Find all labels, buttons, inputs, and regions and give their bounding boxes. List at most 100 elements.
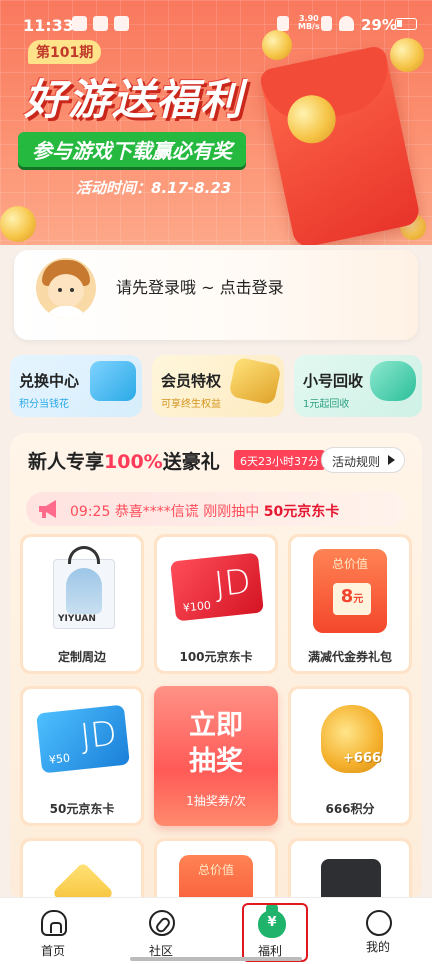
draw-now-button[interactable]: 立即 抽奖 1抽奖券/次 <box>154 686 278 826</box>
tote-print-text: YIYUAN <box>58 614 96 624</box>
newbie-title-suffix: 送豪礼 <box>162 451 220 473</box>
prize-tile-inner: YIYUAN 定制周边 <box>23 537 141 671</box>
issue-badge: 第101期 <box>28 40 102 64</box>
bottom-nav: 首页 社区 ¥ 福利 我的 <box>0 897 432 964</box>
feature-card-exchange-center[interactable]: 兑换中心 积分当钱花 <box>10 355 142 417</box>
network-speed: 3.90 MB/s <box>298 15 320 31</box>
gamepad-icon <box>370 361 416 401</box>
home-indicator <box>130 957 302 961</box>
feature-card-account-recycling[interactable]: 小号回收 1元起回收 <box>294 355 422 417</box>
highlight-box <box>242 903 308 962</box>
notification-icon <box>72 16 87 31</box>
compass-icon <box>149 910 175 936</box>
jd-card-brand: JD <box>212 561 253 606</box>
wifi-icon <box>339 16 354 31</box>
prize-tile[interactable]: YIYUAN 定制周边 <box>20 534 144 674</box>
jd-gift-card-image: JD ¥50 <box>36 704 130 774</box>
countdown-timer: 6天23小时37分 <box>234 450 325 470</box>
feature-title: 小号回收 <box>303 372 364 390</box>
winner-notice-text: 09:25 恭喜****信谎 刚刚抽中 50元京东卡 <box>70 501 339 521</box>
prize-tile[interactable]: JD ¥100 100元京东卡 <box>154 534 278 674</box>
notice-user: 恭喜****信谎 <box>114 504 199 520</box>
prize-tile-inner: +666 666积分 <box>291 689 409 823</box>
tote-character <box>66 568 102 614</box>
notification-icon <box>93 16 108 31</box>
home-icon <box>41 910 67 936</box>
banner-subtitle: 参与游戏下载赢必有奖 <box>18 132 246 167</box>
tote-handle <box>68 546 100 564</box>
network-speed-unit: MB/s <box>298 22 320 31</box>
avatar-face <box>48 274 84 308</box>
points-badge: +666 <box>343 751 382 766</box>
login-card[interactable]: 请先登录哦 ~ 点击登录 <box>14 250 418 340</box>
play-arrow-icon <box>388 455 395 465</box>
login-prompt[interactable]: 请先登录哦 ~ 点击登录 <box>116 274 284 298</box>
notice-action: 刚刚抽中 <box>203 504 260 520</box>
jd-card-brand: JD <box>78 713 119 758</box>
voucher-head: 总价值 <box>197 863 234 877</box>
draw-title-line1: 立即 <box>189 710 243 741</box>
prize-tile[interactable]: JD ¥50 50元京东卡 <box>20 686 144 826</box>
notice-time: 09:25 <box>70 504 111 520</box>
gold-bag-image: +666 <box>321 705 383 773</box>
voucher-amount: 8 <box>340 586 354 607</box>
prize-label: 666积分 <box>325 802 375 816</box>
voucher-image: 总价值 8元 <box>313 549 387 633</box>
prize-label: 定制周边 <box>57 650 106 664</box>
nav-community[interactable]: 社区 <box>121 898 201 964</box>
voucher-unit: 元 <box>353 594 364 605</box>
avatar-eye <box>70 288 74 292</box>
feature-title: 会员特权 <box>161 372 222 390</box>
tote-bag-image: YIYUAN <box>53 546 115 629</box>
avatar[interactable] <box>36 258 96 318</box>
prize-tile[interactable]: 总价值 8元 满减代金券礼包 <box>288 534 412 674</box>
prize-tile-inner: JD ¥50 50元京东卡 <box>23 689 141 823</box>
feature-title: 兑换中心 <box>19 372 80 390</box>
nav-label: 我的 <box>365 940 390 954</box>
feature-subtitle: 1元起回收 <box>303 399 350 410</box>
draw-now-title: 立即 抽奖 <box>154 708 278 780</box>
vibrate-icon <box>277 16 289 31</box>
status-time: 11:33 <box>23 16 74 35</box>
nav-home[interactable]: 首页 <box>13 898 93 964</box>
nav-label: 首页 <box>40 944 65 958</box>
avatar-shirt <box>44 306 88 318</box>
shop-icon <box>90 361 136 401</box>
avatar-eye <box>58 288 62 292</box>
newbie-title: 新人专享100%送豪礼 <box>28 447 220 474</box>
activity-rules-button[interactable]: 活动规则 <box>321 447 405 473</box>
jd-card-value: ¥50 <box>48 751 71 767</box>
draw-cost: 1抽奖券/次 <box>186 794 246 808</box>
prize-label: 满减代金券礼包 <box>307 650 392 664</box>
prize-label: 50元京东卡 <box>49 802 115 816</box>
prize-label: 100元京东卡 <box>179 650 253 664</box>
voucher-amount-box: 8元 <box>333 583 371 615</box>
coin-decoration <box>0 206 36 242</box>
jd-gift-card-image: JD ¥100 <box>170 552 264 622</box>
prize-tile-inner: 总价值 8元 满减代金券礼包 <box>291 537 409 671</box>
notice-prize: 50元京东卡 <box>263 504 340 520</box>
feature-card-vip-privileges[interactable]: 会员特权 可享终生权益 <box>152 355 284 417</box>
megaphone-icon <box>39 500 56 518</box>
profile-face-icon <box>366 910 392 936</box>
draw-title-line2: 抽奖 <box>189 746 243 777</box>
banner-date: 活动时间：8.17-8.23 <box>76 179 232 197</box>
jd-card-value: ¥100 <box>182 598 212 615</box>
rules-label: 活动规则 <box>332 455 381 469</box>
newbie-title-highlight: 100% <box>104 451 163 473</box>
nav-profile[interactable]: 我的 <box>338 898 418 964</box>
banner-title: 好游送福利 <box>24 75 245 124</box>
feature-subtitle: 积分当钱花 <box>19 399 69 410</box>
welfare-banner[interactable]: 11:33 3.90 MB/s 29% 第101期 好游送福利 参与游戏下载赢必… <box>0 0 432 245</box>
status-bar: 11:33 3.90 MB/s 29% <box>0 0 432 44</box>
newbie-title-prefix: 新人专享 <box>28 451 105 473</box>
notification-icon <box>114 16 129 31</box>
voucher-head: 总价值 <box>331 557 368 571</box>
battery-icon <box>395 18 417 30</box>
vip-badge-icon <box>228 356 282 406</box>
prize-tile[interactable]: +666 666积分 <box>288 686 412 826</box>
feature-subtitle: 可享终生权益 <box>161 399 221 410</box>
envelope-coin <box>283 90 341 148</box>
prize-tile-inner: JD ¥100 100元京东卡 <box>157 537 275 671</box>
winner-notice: 09:25 恭喜****信谎 刚刚抽中 50元京东卡 <box>26 492 406 526</box>
